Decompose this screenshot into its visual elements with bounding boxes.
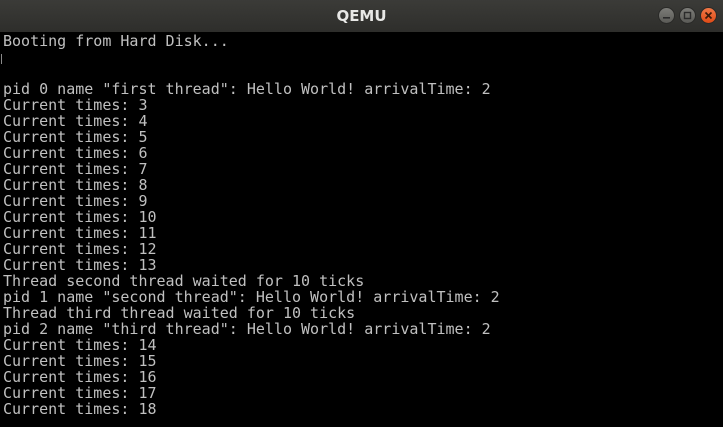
console-line: Current times: 10 bbox=[3, 208, 157, 226]
console-line: Current times: 5 bbox=[3, 128, 148, 146]
console-line: Booting from Hard Disk... bbox=[3, 32, 229, 50]
console-line: Current times: 9 bbox=[3, 192, 148, 210]
console-line: Thread third thread waited for 10 ticks bbox=[3, 304, 356, 322]
console-line: Current times: 16 bbox=[3, 368, 157, 386]
window-title: QEMU bbox=[336, 7, 387, 25]
console-line: Current times: 11 bbox=[3, 224, 157, 242]
close-button[interactable] bbox=[700, 7, 717, 24]
title-bar[interactable]: QEMU bbox=[0, 0, 723, 33]
console-line: pid 1 name "second thread": Hello World!… bbox=[3, 288, 500, 306]
console-line: Current times: 4 bbox=[3, 112, 148, 130]
console-line: Current times: 17 bbox=[3, 384, 157, 402]
maximize-button[interactable] bbox=[679, 7, 696, 24]
console-line: Current times: 15 bbox=[3, 352, 157, 370]
maximize-icon bbox=[683, 11, 692, 20]
minimize-button[interactable] bbox=[658, 7, 675, 24]
window-controls bbox=[658, 7, 717, 25]
console-line: Current times: 12 bbox=[3, 240, 157, 258]
close-icon bbox=[704, 11, 713, 20]
text-cursor bbox=[1, 54, 2, 64]
console-line: Current times: 18 bbox=[3, 400, 157, 418]
console-screen[interactable]: Booting from Hard Disk... pid 0 name "fir… bbox=[0, 32, 723, 427]
minimize-icon bbox=[663, 17, 670, 19]
console-line: Current times: 14 bbox=[3, 336, 157, 354]
console-line: Thread second thread waited for 10 ticks bbox=[3, 272, 365, 290]
qemu-window: QEMU Booting from Hard Disk... pid 0 name… bbox=[0, 0, 723, 427]
console-line: Current times: 7 bbox=[3, 160, 148, 178]
console-line: Current times: 3 bbox=[3, 96, 148, 114]
console-line: pid 0 name "first thread": Hello World! … bbox=[3, 80, 491, 98]
console-line: Current times: 8 bbox=[3, 176, 148, 194]
console-line: pid 2 name "third thread": Hello World! … bbox=[3, 320, 491, 338]
console-line: Current times: 6 bbox=[3, 144, 148, 162]
console-line: Current times: 13 bbox=[3, 256, 157, 274]
